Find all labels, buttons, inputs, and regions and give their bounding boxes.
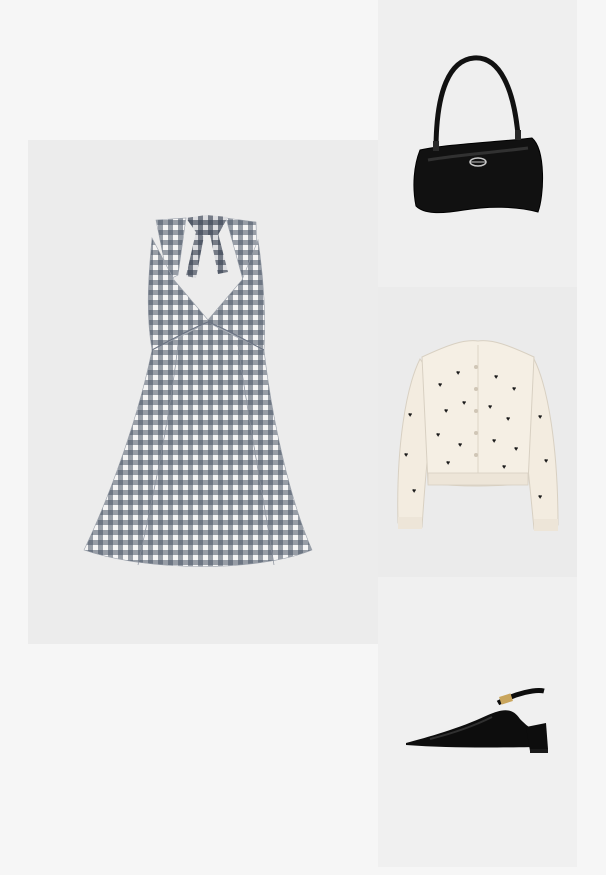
product-tile-bag[interactable] bbox=[378, 0, 577, 287]
svg-text:♥: ♥ bbox=[492, 438, 496, 445]
svg-text:♥: ♥ bbox=[512, 386, 516, 393]
svg-text:♥: ♥ bbox=[538, 414, 542, 421]
svg-text:♥: ♥ bbox=[438, 382, 442, 389]
svg-text:♥: ♥ bbox=[444, 408, 448, 415]
svg-text:♥: ♥ bbox=[506, 416, 510, 423]
svg-text:♥: ♥ bbox=[404, 452, 408, 459]
svg-text:♥: ♥ bbox=[462, 400, 466, 407]
product-tile-dress[interactable] bbox=[28, 140, 378, 644]
dress-image bbox=[83, 215, 313, 567]
svg-text:♥: ♥ bbox=[544, 458, 548, 465]
svg-text:♥: ♥ bbox=[494, 374, 498, 381]
svg-text:♥: ♥ bbox=[538, 494, 542, 501]
svg-text:♥: ♥ bbox=[436, 432, 440, 439]
svg-text:♥: ♥ bbox=[514, 446, 518, 453]
svg-text:♥: ♥ bbox=[488, 404, 492, 411]
svg-text:♥: ♥ bbox=[408, 412, 412, 419]
bag-image bbox=[413, 55, 544, 214]
svg-text:♥: ♥ bbox=[412, 488, 416, 495]
svg-text:♥: ♥ bbox=[446, 460, 450, 467]
shoe-image bbox=[406, 688, 548, 753]
product-tile-cardigan[interactable]: ♥ ♥ ♥ ♥ ♥ ♥ ♥ ♥ ♥ ♥ ♥ ♥ ♥ ♥ ♥ ♥ ♥ ♥ ♥ ♥ bbox=[378, 287, 577, 577]
svg-text:♥: ♥ bbox=[458, 442, 462, 449]
svg-text:♥: ♥ bbox=[502, 464, 506, 471]
svg-text:♥: ♥ bbox=[456, 370, 460, 377]
product-tile-shoe[interactable] bbox=[378, 577, 577, 867]
cardigan-image: ♥ ♥ ♥ ♥ ♥ ♥ ♥ ♥ ♥ ♥ ♥ ♥ ♥ ♥ ♥ ♥ ♥ ♥ ♥ ♥ bbox=[397, 340, 559, 531]
